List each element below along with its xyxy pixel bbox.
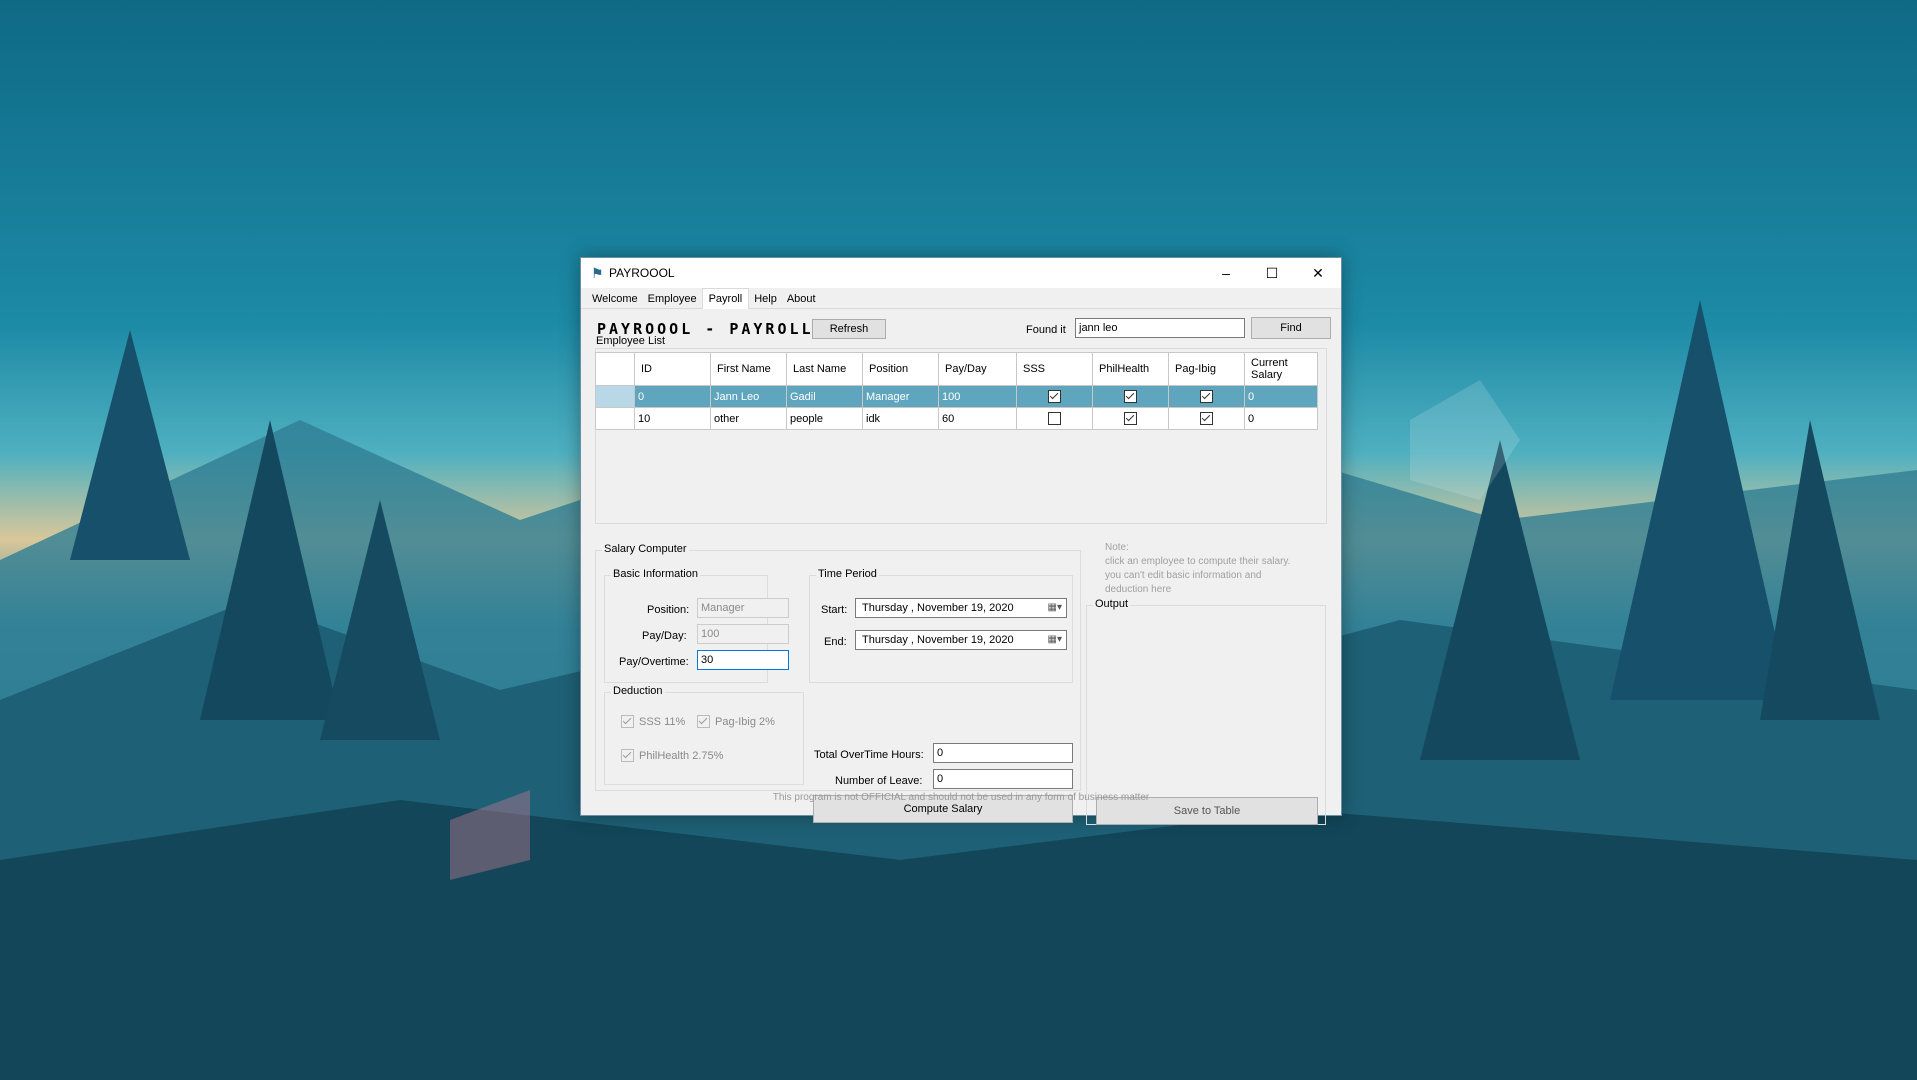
tab-strip: Welcome Employee Payroll Help About — [581, 288, 1341, 309]
column-header-pay-day[interactable]: Pay/Day — [938, 352, 1017, 386]
leave-field[interactable]: 0 — [933, 769, 1073, 789]
search-input[interactable]: jann leo — [1075, 318, 1245, 338]
column-header-philhealth[interactable]: PhilHealth — [1092, 352, 1169, 386]
found-label: Found it — [1026, 324, 1066, 336]
pay-overtime-field[interactable]: 30 — [697, 650, 789, 670]
end-date-label: End: — [824, 636, 847, 648]
cell-current-salary[interactable]: 0 — [1244, 385, 1318, 408]
sss-deduction-label: SSS 11% — [639, 715, 686, 728]
pagibig-deduction-label: Pag-Ibig 2% — [715, 715, 775, 728]
maximize-button[interactable]: ☐ — [1249, 258, 1295, 288]
payroll-tab-content: PAYROOOL - PAYROLL Refresh Found it jann… — [581, 309, 1341, 825]
end-date-value: Thursday , November 19, 2020 — [862, 634, 1014, 646]
table-header-row: ID First Name Last Name Position Pay/Day… — [595, 352, 1318, 386]
calendar-dropdown-icon[interactable]: ▦▾ — [1048, 634, 1062, 645]
leave-label: Number of Leave: — [835, 775, 923, 787]
row-header[interactable] — [595, 407, 635, 430]
disclaimer-text: This program is not OFFICIAL and should … — [772, 792, 1150, 803]
sss-deduction-checkbox — [621, 715, 634, 728]
basic-information-label: Basic Information — [611, 568, 700, 580]
salary-computer-label: Salary Computer — [602, 543, 689, 555]
pay-overtime-label: Pay/Overtime: — [619, 656, 689, 668]
cell-position[interactable]: Manager — [862, 385, 939, 408]
tab-employee[interactable]: Employee — [643, 290, 702, 308]
time-period-label: Time Period — [816, 568, 879, 580]
table-row[interactable]: 0 Jann Leo Gadil Manager 100 0 — [595, 385, 1318, 408]
pagibig-checkbox[interactable] — [1200, 390, 1213, 403]
app-icon: ⚑ — [591, 265, 604, 281]
cell-position[interactable]: idk — [862, 407, 939, 430]
employee-list-label: Employee List — [594, 335, 668, 347]
payday-field: 100 — [697, 624, 789, 644]
column-header-last-name[interactable]: Last Name — [786, 352, 863, 386]
calendar-dropdown-icon[interactable]: ▦▾ — [1048, 602, 1062, 613]
cell-pay-day[interactable]: 60 — [938, 407, 1017, 430]
title-bar: ⚑ PAYROOOL – ☐ ✕ — [581, 258, 1341, 288]
note-line: click an employee to compute their salar… — [1105, 556, 1291, 567]
start-date-picker[interactable]: Thursday , November 19, 2020 ▦▾ — [855, 598, 1067, 618]
refresh-button[interactable]: Refresh — [812, 319, 886, 339]
note-line: deduction here — [1105, 584, 1172, 595]
find-button[interactable]: Find — [1251, 317, 1331, 339]
column-header-current-salary[interactable]: Current Salary — [1244, 352, 1318, 386]
position-field: Manager — [697, 598, 789, 618]
cell-current-salary[interactable]: 0 — [1244, 407, 1318, 430]
note-line: you can't edit basic information and — [1105, 570, 1262, 581]
cell-id[interactable]: 0 — [634, 385, 711, 408]
position-label: Position: — [647, 604, 690, 616]
sss-checkbox[interactable] — [1048, 390, 1061, 403]
table-row[interactable]: 10 other people idk 60 0 — [595, 407, 1318, 430]
philhealth-deduction-label: PhilHealth 2.75% — [639, 749, 724, 762]
tab-welcome[interactable]: Welcome — [587, 290, 643, 308]
column-header-pagibig[interactable]: Pag-Ibig — [1168, 352, 1245, 386]
close-button[interactable]: ✕ — [1295, 258, 1341, 288]
start-date-value: Thursday , November 19, 2020 — [862, 602, 1014, 614]
employee-table: ID First Name Last Name Position Pay/Day… — [595, 352, 1318, 430]
tab-about[interactable]: About — [782, 290, 821, 308]
tab-help[interactable]: Help — [749, 290, 782, 308]
deduction-group: Deduction — [604, 685, 804, 785]
row-header[interactable] — [595, 385, 635, 408]
column-header-position[interactable]: Position — [862, 352, 939, 386]
cell-id[interactable]: 10 — [634, 407, 711, 430]
pagibig-deduction-checkbox — [697, 715, 710, 728]
cell-pay-day[interactable]: 100 — [938, 385, 1017, 408]
end-date-picker[interactable]: Thursday , November 19, 2020 ▦▾ — [855, 630, 1067, 650]
output-label: Output — [1093, 598, 1131, 610]
row-header-corner — [595, 352, 635, 386]
window-title: PAYROOOL — [609, 266, 675, 280]
column-header-id[interactable]: ID — [634, 352, 711, 386]
payroll-window: ⚑ PAYROOOL – ☐ ✕ Welcome Employee Payrol… — [580, 257, 1342, 825]
start-date-label: Start: — [821, 604, 848, 616]
philhealth-deduction-option: PhilHealth 2.75% — [621, 749, 723, 762]
pagibig-deduction-option: Pag-Ibig 2% — [697, 715, 775, 728]
note-title: Note: — [1105, 542, 1129, 553]
note-text: Note: click an employee to compute their… — [1105, 541, 1290, 597]
cell-first-name[interactable]: other — [710, 407, 787, 430]
cell-first-name[interactable]: Jann Leo — [710, 385, 787, 408]
column-header-first-name[interactable]: First Name — [710, 352, 787, 386]
deduction-label: Deduction — [611, 685, 665, 697]
philhealth-deduction-checkbox — [621, 749, 634, 762]
payday-label: Pay/Day: — [642, 630, 687, 642]
philhealth-checkbox[interactable] — [1124, 412, 1137, 425]
sss-deduction-option: SSS 11% — [621, 715, 685, 728]
philhealth-checkbox[interactable] — [1124, 390, 1137, 403]
overtime-hours-field[interactable]: 0 — [933, 743, 1073, 763]
sss-checkbox[interactable] — [1048, 412, 1061, 425]
overtime-hours-label: Total OverTime Hours: — [814, 749, 924, 761]
cell-last-name[interactable]: Gadil — [786, 385, 863, 408]
time-period-group: Time Period — [809, 568, 1073, 683]
pagibig-checkbox[interactable] — [1200, 412, 1213, 425]
minimize-button[interactable]: – — [1203, 258, 1249, 288]
cell-last-name[interactable]: people — [786, 407, 863, 430]
tab-payroll[interactable]: Payroll — [701, 288, 750, 309]
column-header-sss[interactable]: SSS — [1016, 352, 1093, 386]
